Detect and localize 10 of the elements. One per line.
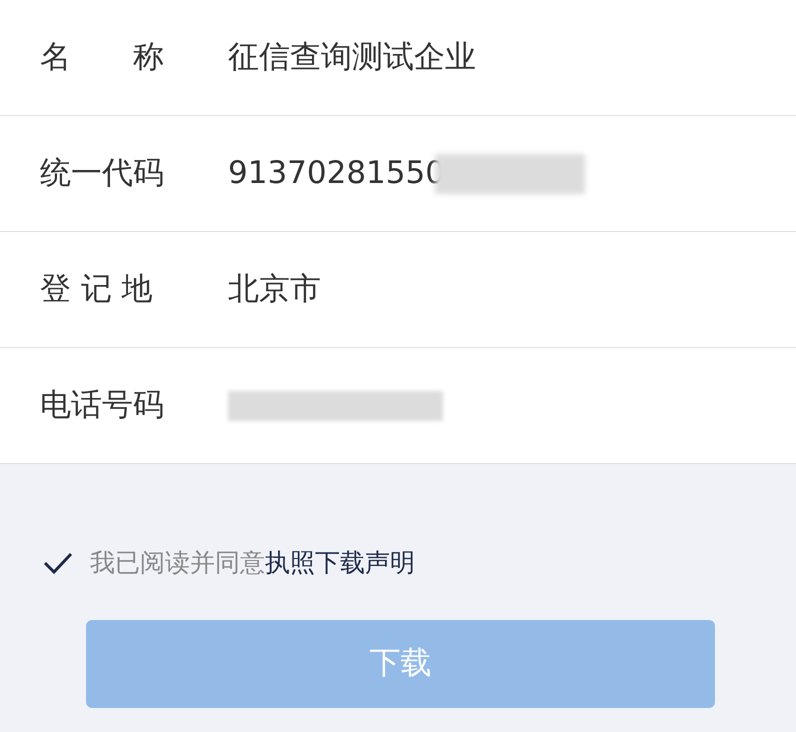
license-statement-link[interactable]: 执照下载声明 [265,544,415,582]
agreement-text: 我已阅读并同意 [90,547,265,579]
field-value: 北京市 [228,270,321,310]
field-value: 91370281550 [228,154,445,194]
field-label: 名 称 [40,38,165,78]
field-label: 电话号码 [40,386,165,426]
field-label: 统一代码 [40,154,165,194]
field-label: 登 记 地 [40,270,154,310]
field-value: 征信查询测试企业 [228,38,476,78]
check-icon [43,550,73,575]
